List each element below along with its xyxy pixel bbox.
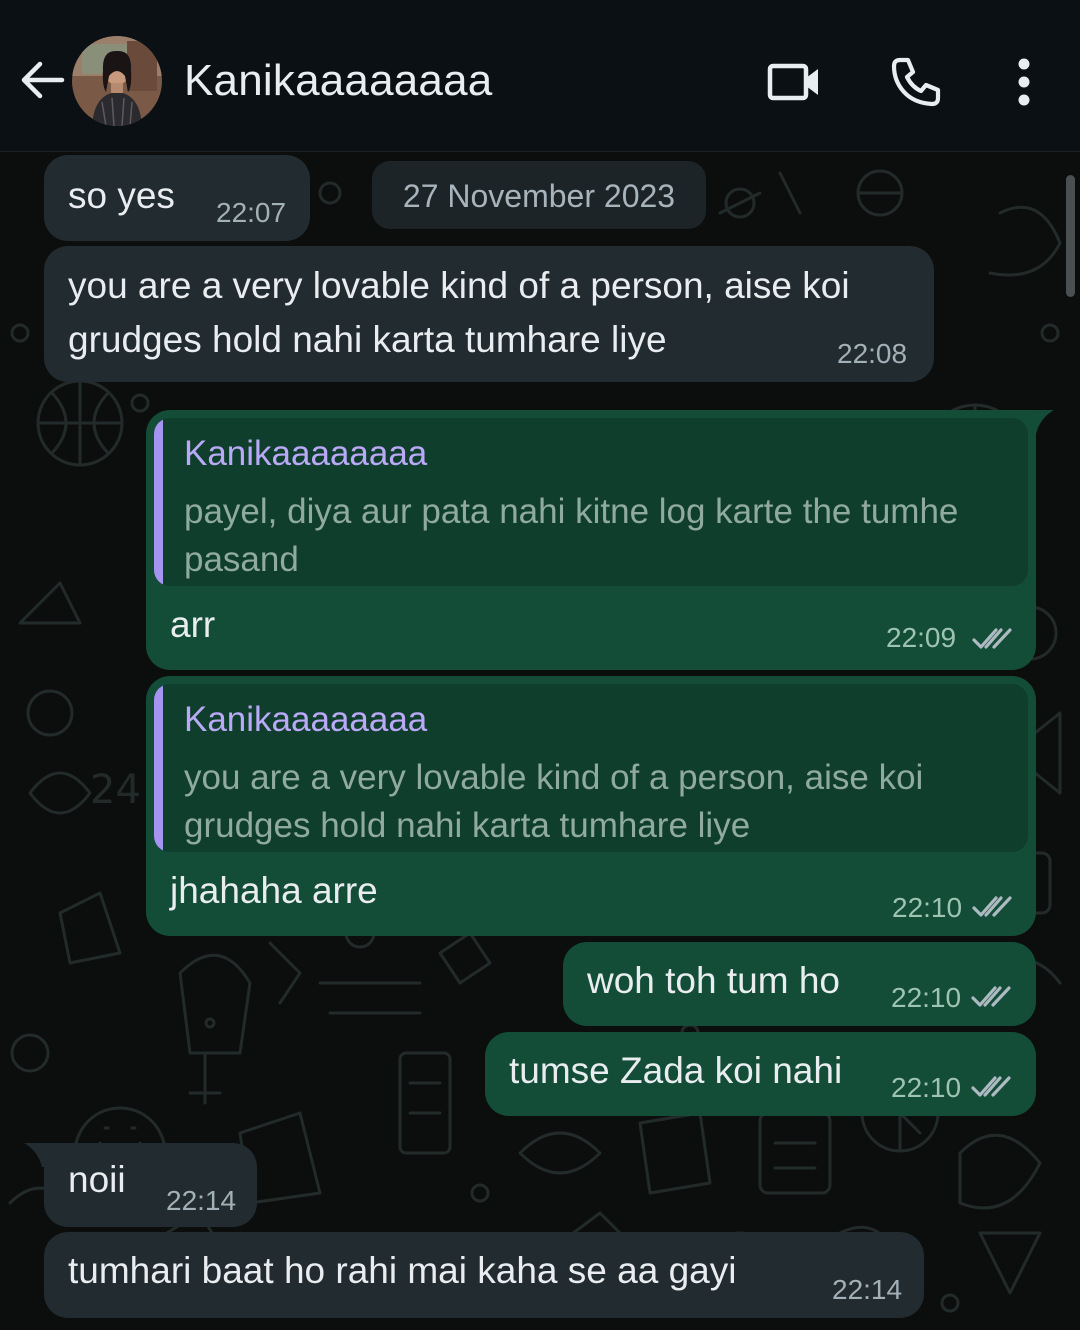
quoted-text-line: payel, diya aur pata nahi kitne log kart… [184,492,959,531]
message-time: 22:10 [892,892,963,923]
quoted-message[interactable]: Kanikaaaaaaaa payel, diya aur pata nahi … [154,418,1028,586]
contact-name[interactable]: Kanikaaaaaaaa [184,56,492,106]
message-text: arr [170,604,216,645]
video-call-button[interactable] [766,54,822,110]
quoted-text-line: you are a very lovable kind of a person,… [184,758,924,797]
quoted-author: Kanikaaaaaaaa [184,700,428,739]
more-vertical-icon [1018,58,1030,106]
message-time: 22:07 [216,197,287,228]
quote-accent-bar [154,418,163,586]
message-text: tumhari baat ho rahi mai kaha se aa gayi [68,1250,737,1291]
message-text: so yes [68,175,175,216]
arrow-left-icon [21,61,65,99]
message-bubble-incoming[interactable]: you are a very lovable kind of a person,… [44,246,934,382]
read-receipt-icon [971,986,1011,1007]
date-separator-label: 27 November 2023 [402,178,676,214]
message-bubble-outgoing[interactable]: Kanikaaaaaaaa payel, diya aur pata nahi … [146,410,1036,670]
quote-accent-bar [154,684,163,852]
quoted-message[interactable]: Kanikaaaaaaaa you are a very lovable kin… [154,684,1028,852]
message-text: noii [68,1159,126,1200]
message-time: 22:10 [891,982,962,1013]
message-text-line: you are a very lovable kind of a person,… [68,265,850,306]
voice-call-button[interactable] [888,54,944,110]
message-bubble-outgoing[interactable]: tumse Zada koi nahi 22:10 [485,1032,1036,1116]
overflow-menu-button[interactable] [996,54,1052,110]
read-receipt-icon [972,896,1012,917]
message-time: 22:14 [166,1185,237,1216]
message-time: 22:14 [832,1274,903,1305]
avatar[interactable] [72,36,162,126]
date-separator: 27 November 2023 [372,161,706,229]
svg-text:24: 24 [90,767,141,813]
read-receipt-icon [972,628,1012,649]
message-bubble-incoming[interactable]: so yes 22:07 [44,155,310,241]
message-bubble-outgoing[interactable]: Kanikaaaaaaaa you are a very lovable kin… [146,676,1036,936]
chat-header: Kanikaaaaaaaa [0,0,1080,152]
message-bubble-incoming[interactable]: tumhari baat ho rahi mai kaha se aa gayi… [44,1232,924,1318]
message-list[interactable]: 24 so yes 22:07 27 November 2023 you are… [0,153,1080,1330]
quoted-text-line: grudges hold nahi karta tumhare liye [184,806,751,845]
quoted-text-line: pasand [184,540,299,579]
message-text: tumse Zada koi nahi [509,1050,843,1091]
quoted-author: Kanikaaaaaaaa [184,434,428,473]
read-receipt-icon [971,1076,1011,1097]
phone-icon [891,57,941,107]
avatar-photo [72,36,162,126]
message-time: 22:09 [886,622,957,653]
message-text: woh toh tum ho [587,960,840,1001]
message-bubble-outgoing[interactable]: woh toh tum ho 22:10 [563,942,1036,1026]
back-button[interactable] [14,52,70,108]
message-bubble-incoming[interactable]: noii 22:14 [44,1143,257,1227]
scrollbar[interactable] [1066,175,1075,297]
message-time: 22:10 [891,1072,962,1103]
whatsapp-chat-screen: Kanikaaaaaaaa 24 so yes 22:07 27 Novembe… [0,0,1080,1330]
message-text: jhahaha arre [170,870,378,911]
video-camera-icon [767,63,818,101]
message-text-line: grudges hold nahi karta tumhare liye [68,319,667,360]
message-time: 22:08 [837,338,908,369]
